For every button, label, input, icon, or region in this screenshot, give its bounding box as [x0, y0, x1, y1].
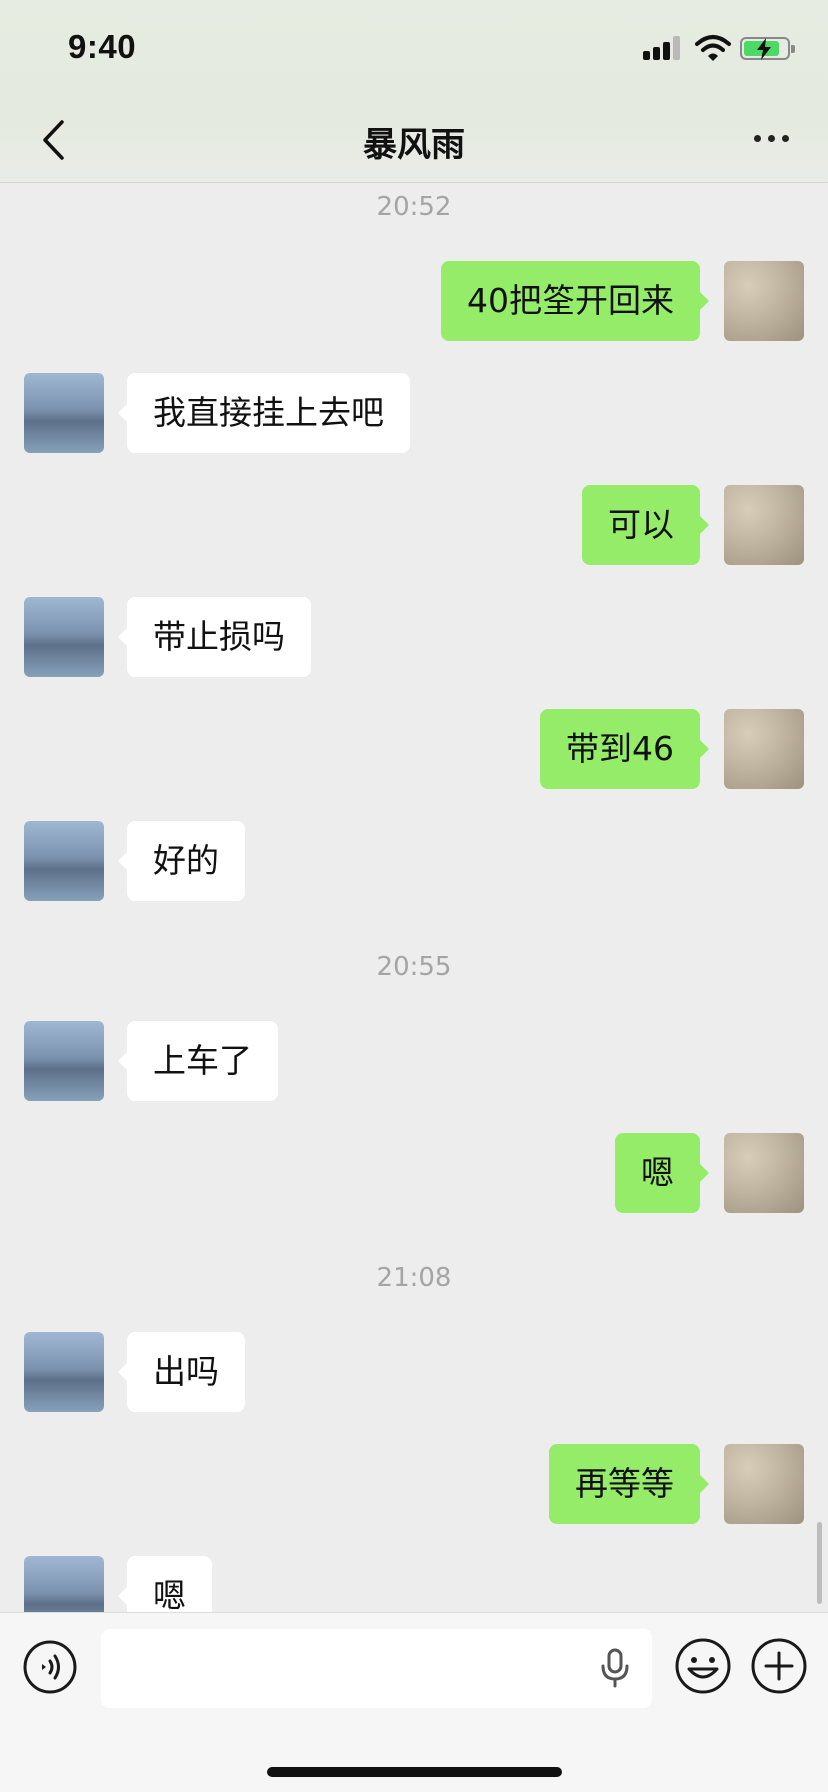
more-button[interactable]: [750, 130, 794, 150]
my-avatar[interactable]: [724, 1133, 804, 1213]
message-row: 40把筌开回来: [0, 261, 828, 341]
emoji-icon[interactable]: [674, 1637, 732, 1695]
contact-avatar[interactable]: [24, 373, 104, 453]
message-row: 嗯: [0, 1133, 828, 1213]
my-avatar[interactable]: [724, 485, 804, 565]
contact-avatar[interactable]: [24, 1332, 104, 1412]
voice-icon[interactable]: [22, 1639, 78, 1695]
received-bubble[interactable]: 好的: [118, 821, 245, 901]
message-row: 再等等: [0, 1444, 828, 1524]
contact-avatar[interactable]: [24, 1556, 104, 1612]
contact-avatar[interactable]: [24, 1021, 104, 1101]
received-bubble[interactable]: 出吗: [118, 1332, 245, 1412]
wifi-icon: [695, 35, 731, 61]
message-input[interactable]: [101, 1629, 652, 1708]
status-time: 9:40: [68, 28, 137, 65]
contact-avatar[interactable]: [24, 597, 104, 677]
timestamp: 21:08: [376, 1263, 452, 1293]
message-row: 好的: [0, 821, 828, 901]
timestamp: 20:55: [376, 952, 452, 982]
message-row: 带到46: [0, 709, 828, 789]
my-avatar[interactable]: [724, 709, 804, 789]
sent-bubble[interactable]: 再等等: [549, 1444, 709, 1524]
battery-charging-icon: [740, 37, 795, 60]
input-bar: [0, 1612, 828, 1792]
timestamp: 20:52: [376, 192, 452, 222]
message-list[interactable]: 20:52 40把筌开回来 我直接挂上去吧 可以 带止损吗 带到46 好的 20…: [0, 184, 828, 1612]
contact-avatar[interactable]: [24, 821, 104, 901]
my-avatar[interactable]: [724, 261, 804, 341]
message-row: 出吗: [0, 1332, 828, 1412]
message-row: 上车了: [0, 1021, 828, 1101]
message-row: 带止损吗: [0, 597, 828, 677]
scrollbar[interactable]: [817, 1522, 822, 1604]
my-avatar[interactable]: [724, 1444, 804, 1524]
message-row: 我直接挂上去吧: [0, 373, 828, 453]
received-bubble[interactable]: 上车了: [118, 1021, 278, 1101]
sent-bubble[interactable]: 40把筌开回来: [441, 261, 709, 341]
chat-title: 暴风雨: [363, 125, 465, 165]
message-row: 可以: [0, 485, 828, 565]
home-indicator[interactable]: [267, 1767, 562, 1777]
signal-icon: [643, 36, 683, 60]
header: 9:40 暴风雨: [0, 0, 828, 183]
sent-bubble[interactable]: 嗯: [615, 1133, 709, 1213]
mic-icon[interactable]: [598, 1648, 632, 1688]
message-row: 嗯: [0, 1556, 828, 1612]
received-bubble[interactable]: 嗯: [118, 1556, 212, 1612]
plus-icon[interactable]: [750, 1637, 808, 1695]
received-bubble[interactable]: 我直接挂上去吧: [118, 373, 410, 453]
received-bubble[interactable]: 带止损吗: [118, 597, 311, 677]
sent-bubble[interactable]: 可以: [582, 485, 709, 565]
sent-bubble[interactable]: 带到46: [540, 709, 709, 789]
